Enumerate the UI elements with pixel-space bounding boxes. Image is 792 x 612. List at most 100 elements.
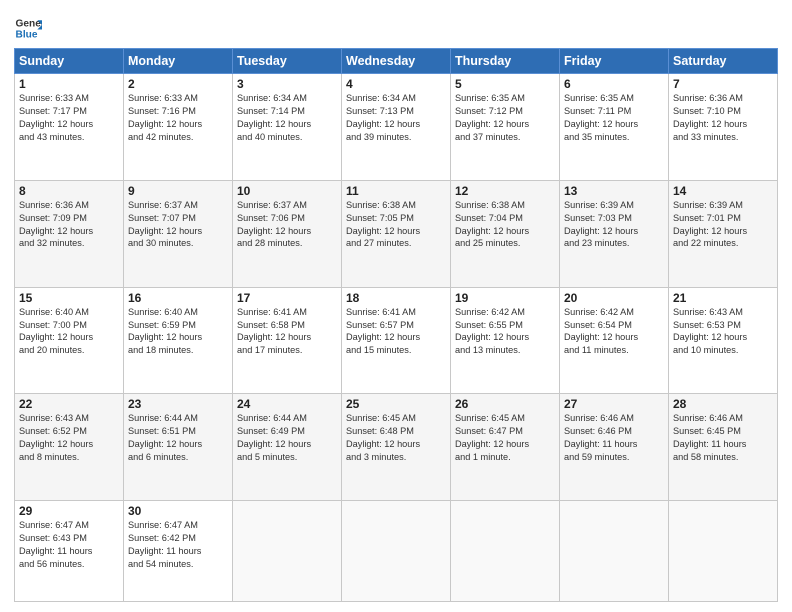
day-header-monday: Monday [124,49,233,74]
calendar-cell: 11Sunrise: 6:38 AM Sunset: 7:05 PM Dayli… [342,180,451,287]
day-number: 18 [346,291,446,305]
calendar-cell: 22Sunrise: 6:43 AM Sunset: 6:52 PM Dayli… [15,394,124,501]
day-info: Sunrise: 6:42 AM Sunset: 6:55 PM Dayligh… [455,306,555,358]
day-number: 8 [19,184,119,198]
day-info: Sunrise: 6:37 AM Sunset: 7:06 PM Dayligh… [237,199,337,251]
day-number: 22 [19,397,119,411]
day-info: Sunrise: 6:44 AM Sunset: 6:49 PM Dayligh… [237,412,337,464]
calendar-cell: 21Sunrise: 6:43 AM Sunset: 6:53 PM Dayli… [669,287,778,394]
day-number: 21 [673,291,773,305]
calendar-cell: 24Sunrise: 6:44 AM Sunset: 6:49 PM Dayli… [233,394,342,501]
day-number: 10 [237,184,337,198]
day-number: 30 [128,504,228,518]
day-number: 1 [19,77,119,91]
day-number: 25 [346,397,446,411]
day-number: 27 [564,397,664,411]
day-number: 23 [128,397,228,411]
day-number: 11 [346,184,446,198]
day-number: 19 [455,291,555,305]
day-number: 12 [455,184,555,198]
day-number: 28 [673,397,773,411]
calendar-cell: 10Sunrise: 6:37 AM Sunset: 7:06 PM Dayli… [233,180,342,287]
calendar-week-3: 15Sunrise: 6:40 AM Sunset: 7:00 PM Dayli… [15,287,778,394]
day-info: Sunrise: 6:40 AM Sunset: 6:59 PM Dayligh… [128,306,228,358]
day-number: 9 [128,184,228,198]
day-info: Sunrise: 6:40 AM Sunset: 7:00 PM Dayligh… [19,306,119,358]
calendar-cell: 1Sunrise: 6:33 AM Sunset: 7:17 PM Daylig… [15,74,124,181]
calendar-cell [560,501,669,602]
calendar-cell: 5Sunrise: 6:35 AM Sunset: 7:12 PM Daylig… [451,74,560,181]
day-number: 7 [673,77,773,91]
day-info: Sunrise: 6:35 AM Sunset: 7:12 PM Dayligh… [455,92,555,144]
day-info: Sunrise: 6:36 AM Sunset: 7:10 PM Dayligh… [673,92,773,144]
day-info: Sunrise: 6:46 AM Sunset: 6:46 PM Dayligh… [564,412,664,464]
day-number: 20 [564,291,664,305]
day-info: Sunrise: 6:46 AM Sunset: 6:45 PM Dayligh… [673,412,773,464]
day-number: 26 [455,397,555,411]
calendar-body: 1Sunrise: 6:33 AM Sunset: 7:17 PM Daylig… [15,74,778,602]
calendar-cell: 2Sunrise: 6:33 AM Sunset: 7:16 PM Daylig… [124,74,233,181]
calendar-cell: 28Sunrise: 6:46 AM Sunset: 6:45 PM Dayli… [669,394,778,501]
calendar-cell [233,501,342,602]
calendar-cell: 6Sunrise: 6:35 AM Sunset: 7:11 PM Daylig… [560,74,669,181]
day-info: Sunrise: 6:37 AM Sunset: 7:07 PM Dayligh… [128,199,228,251]
day-info: Sunrise: 6:33 AM Sunset: 7:16 PM Dayligh… [128,92,228,144]
day-info: Sunrise: 6:41 AM Sunset: 6:58 PM Dayligh… [237,306,337,358]
day-header-wednesday: Wednesday [342,49,451,74]
day-header-thursday: Thursday [451,49,560,74]
day-info: Sunrise: 6:38 AM Sunset: 7:04 PM Dayligh… [455,199,555,251]
calendar-cell [451,501,560,602]
day-info: Sunrise: 6:41 AM Sunset: 6:57 PM Dayligh… [346,306,446,358]
calendar-cell: 3Sunrise: 6:34 AM Sunset: 7:14 PM Daylig… [233,74,342,181]
day-number: 2 [128,77,228,91]
calendar-cell: 9Sunrise: 6:37 AM Sunset: 7:07 PM Daylig… [124,180,233,287]
calendar-cell: 23Sunrise: 6:44 AM Sunset: 6:51 PM Dayli… [124,394,233,501]
calendar-cell: 27Sunrise: 6:46 AM Sunset: 6:46 PM Dayli… [560,394,669,501]
calendar-cell: 16Sunrise: 6:40 AM Sunset: 6:59 PM Dayli… [124,287,233,394]
calendar-header-row: SundayMondayTuesdayWednesdayThursdayFrid… [15,49,778,74]
day-info: Sunrise: 6:36 AM Sunset: 7:09 PM Dayligh… [19,199,119,251]
calendar-cell: 12Sunrise: 6:38 AM Sunset: 7:04 PM Dayli… [451,180,560,287]
calendar-cell: 25Sunrise: 6:45 AM Sunset: 6:48 PM Dayli… [342,394,451,501]
calendar-cell: 8Sunrise: 6:36 AM Sunset: 7:09 PM Daylig… [15,180,124,287]
day-info: Sunrise: 6:39 AM Sunset: 7:03 PM Dayligh… [564,199,664,251]
calendar-cell: 19Sunrise: 6:42 AM Sunset: 6:55 PM Dayli… [451,287,560,394]
calendar-cell: 15Sunrise: 6:40 AM Sunset: 7:00 PM Dayli… [15,287,124,394]
page: General Blue SundayMondayTuesdayWednesda… [0,0,792,612]
day-info: Sunrise: 6:33 AM Sunset: 7:17 PM Dayligh… [19,92,119,144]
day-info: Sunrise: 6:35 AM Sunset: 7:11 PM Dayligh… [564,92,664,144]
calendar-week-5: 29Sunrise: 6:47 AM Sunset: 6:43 PM Dayli… [15,501,778,602]
svg-text:Blue: Blue [16,29,38,40]
day-header-saturday: Saturday [669,49,778,74]
calendar-week-1: 1Sunrise: 6:33 AM Sunset: 7:17 PM Daylig… [15,74,778,181]
day-info: Sunrise: 6:47 AM Sunset: 6:42 PM Dayligh… [128,519,228,571]
calendar-cell [342,501,451,602]
day-info: Sunrise: 6:39 AM Sunset: 7:01 PM Dayligh… [673,199,773,251]
day-number: 4 [346,77,446,91]
logo: General Blue [14,14,42,42]
day-info: Sunrise: 6:34 AM Sunset: 7:13 PM Dayligh… [346,92,446,144]
day-header-tuesday: Tuesday [233,49,342,74]
day-header-sunday: Sunday [15,49,124,74]
calendar-cell: 26Sunrise: 6:45 AM Sunset: 6:47 PM Dayli… [451,394,560,501]
calendar-cell: 18Sunrise: 6:41 AM Sunset: 6:57 PM Dayli… [342,287,451,394]
calendar-cell: 13Sunrise: 6:39 AM Sunset: 7:03 PM Dayli… [560,180,669,287]
calendar-cell: 30Sunrise: 6:47 AM Sunset: 6:42 PM Dayli… [124,501,233,602]
svg-text:General: General [16,18,42,29]
day-info: Sunrise: 6:45 AM Sunset: 6:48 PM Dayligh… [346,412,446,464]
calendar-cell: 29Sunrise: 6:47 AM Sunset: 6:43 PM Dayli… [15,501,124,602]
day-info: Sunrise: 6:44 AM Sunset: 6:51 PM Dayligh… [128,412,228,464]
day-info: Sunrise: 6:38 AM Sunset: 7:05 PM Dayligh… [346,199,446,251]
calendar-table: SundayMondayTuesdayWednesdayThursdayFrid… [14,48,778,602]
day-info: Sunrise: 6:45 AM Sunset: 6:47 PM Dayligh… [455,412,555,464]
calendar-week-4: 22Sunrise: 6:43 AM Sunset: 6:52 PM Dayli… [15,394,778,501]
day-number: 5 [455,77,555,91]
day-info: Sunrise: 6:43 AM Sunset: 6:52 PM Dayligh… [19,412,119,464]
day-info: Sunrise: 6:47 AM Sunset: 6:43 PM Dayligh… [19,519,119,571]
calendar-week-2: 8Sunrise: 6:36 AM Sunset: 7:09 PM Daylig… [15,180,778,287]
day-number: 29 [19,504,119,518]
day-number: 15 [19,291,119,305]
day-info: Sunrise: 6:34 AM Sunset: 7:14 PM Dayligh… [237,92,337,144]
calendar-cell: 7Sunrise: 6:36 AM Sunset: 7:10 PM Daylig… [669,74,778,181]
day-info: Sunrise: 6:42 AM Sunset: 6:54 PM Dayligh… [564,306,664,358]
